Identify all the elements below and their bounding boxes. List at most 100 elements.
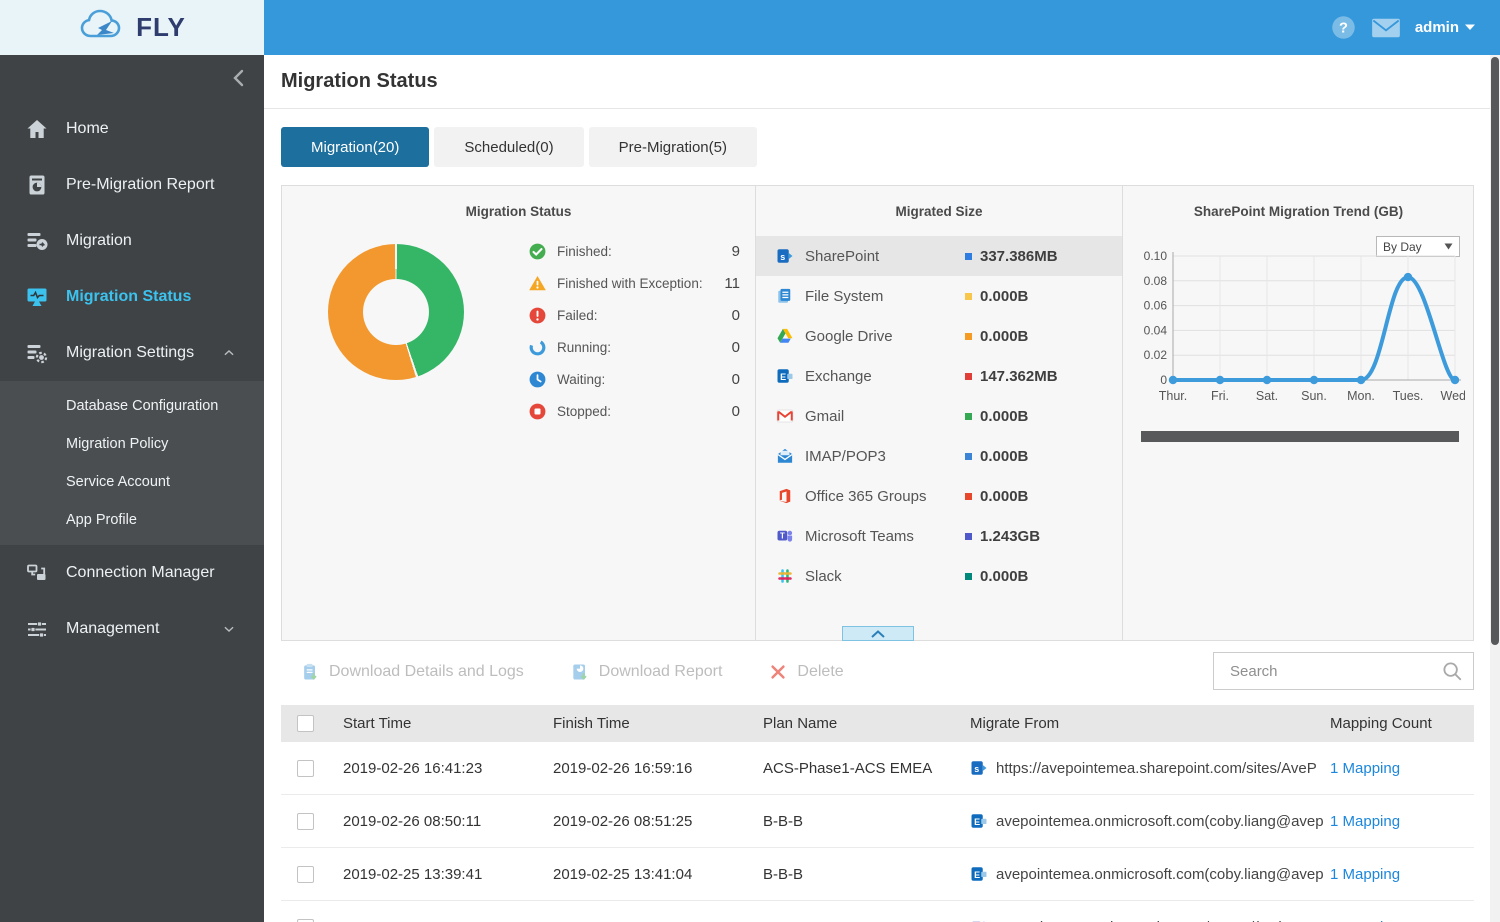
tab-scheduled-0-[interactable]: Scheduled(0) (434, 127, 584, 167)
table-row[interactable]: 2019-02-25 13:30:412019-02-25 13:32:09A-… (281, 901, 1474, 922)
sidebar-item-label: Pre-Migration Report (66, 176, 215, 193)
table-row[interactable]: 2019-02-26 16:41:23 2019-02-26 16:59:16 AC… (281, 742, 1474, 795)
sidebar-item-label: Migration (66, 232, 132, 249)
mail-icon[interactable] (1371, 16, 1401, 40)
svg-text:Sun.: Sun. (1301, 389, 1327, 403)
donut-hole (363, 279, 429, 345)
table-row[interactable]: 2019-02-25 13:39:41 2019-02-25 13:41:04 B-… (281, 848, 1474, 901)
row-checkbox[interactable] (297, 812, 314, 830)
svg-text:Tues.: Tues. (1393, 389, 1424, 403)
column-header-mapping-count: Mapping Count (1330, 715, 1432, 732)
migrated-size-value: 1.243GB (980, 527, 1041, 545)
size-bullet (965, 292, 972, 300)
migrated-size-value: 0.000B (980, 327, 1029, 345)
migration-status-donut-chart (328, 244, 464, 380)
cell-finish-time: 2019-02-26 16:59:16 (553, 759, 693, 777)
search-icon (1441, 660, 1463, 682)
legend-value: 9 (731, 243, 740, 260)
legend-value: 11 (724, 275, 740, 292)
legend-item-clock: 0 Waiting: (528, 369, 740, 390)
horizontal-scrollbar[interactable] (1141, 431, 1459, 442)
cell-start-time: 2019-02-26 16:41:23 (343, 759, 483, 777)
tab-pre-migration-5-[interactable]: Pre-Migration(5) (588, 127, 757, 167)
migrated-size-value: 147.362MB (980, 367, 1058, 385)
panel-collapse-button[interactable] (841, 626, 914, 641)
download-logs-icon (300, 662, 320, 682)
sidebar-item-connection-manager[interactable]: Connection Manager (0, 545, 264, 601)
migrated-size-row-slack[interactable]: Slack 0.000B (756, 556, 1122, 596)
sidebar-item-pre-migration-report[interactable]: Pre-Migration Report (0, 157, 264, 213)
sidebar: Home Pre-Migration Report Migration Migrati… (0, 55, 264, 922)
svg-text:0.04: 0.04 (1144, 323, 1168, 337)
sidebar-subitem-database-configuration[interactable]: Database Configuration (0, 387, 264, 425)
exchange-icon: E (970, 812, 988, 830)
migrated-size-row-teams[interactable]: T Microsoft Teams 1.243GB (756, 516, 1122, 556)
source-url: https://avepointemea.sharepoint.com/site… (996, 759, 1317, 777)
report-icon (22, 173, 52, 197)
sidebar-item-home[interactable]: Home (0, 101, 264, 157)
mapping-count-link[interactable]: 1 Mapping (1330, 866, 1474, 883)
caret-down-icon (1465, 24, 1475, 30)
mapping-count-link[interactable]: 1 Mapping (1330, 919, 1474, 922)
download-logs-button[interactable]: Download Details and Logs (300, 662, 524, 682)
row-checkbox[interactable] (297, 918, 314, 922)
table-row[interactable]: 2019-02-26 08:50:11 2019-02-26 08:51:25 B-… (281, 795, 1474, 848)
help-icon[interactable]: ? (1330, 14, 1357, 41)
clock-icon (528, 370, 547, 389)
sidebar-subitem-app-profile[interactable]: App Profile (0, 501, 264, 539)
sidebar-item-migration-status[interactable]: Migration Status (0, 269, 264, 325)
migrated-size-value: 0.000B (980, 567, 1029, 585)
sidebar-item-management[interactable]: Management (0, 601, 264, 657)
sidebar-subitem-migration-policy[interactable]: Migration Policy (0, 425, 264, 463)
svg-text:Thur.: Thur. (1159, 389, 1188, 403)
connection-icon (22, 561, 52, 585)
sidebar-item-migration-settings[interactable]: Migration Settings (0, 325, 264, 381)
mapping-count-link[interactable]: 1 Mapping (1330, 813, 1474, 830)
migrated-size-row-o365[interactable]: Office 365 Groups 0.000B (756, 476, 1122, 516)
tab-migration-20-[interactable]: Migration(20) (281, 127, 430, 167)
brand-name: FLY (136, 12, 186, 42)
sidebar-item-migration[interactable]: Migration (0, 213, 264, 269)
migrated-size-value: 0.000B (980, 447, 1029, 465)
row-checkbox[interactable] (297, 759, 314, 777)
search-input[interactable] (1214, 662, 1441, 680)
legend-label: Running: (557, 340, 612, 355)
vertical-scrollbar-thumb[interactable] (1491, 57, 1499, 645)
delete-button[interactable]: Delete (768, 662, 844, 682)
cell-start-time: 2019-02-25 13:30:41 (343, 919, 553, 922)
slack-icon (776, 567, 794, 585)
svg-text:E: E (974, 870, 980, 880)
imap-icon (776, 447, 794, 465)
select-all-checkbox[interactable] (297, 715, 314, 732)
teams-icon: T (776, 527, 794, 545)
cell-start-time: 2019-02-25 13:39:41 (343, 865, 483, 883)
brand-logo: FLY (0, 0, 264, 55)
sharepoint-icon: s (970, 759, 988, 777)
migrated-size-row-filesystem[interactable]: File System 0.000B (756, 276, 1122, 316)
legend-item-warning: 11 Finished with Exception: (528, 273, 740, 294)
delete-icon (768, 662, 788, 682)
sidebar-subitem-service-account[interactable]: Service Account (0, 463, 264, 501)
migrated-size-row-sharepoint[interactable]: s SharePoint 337.386MB (756, 236, 1122, 276)
vertical-scrollbar[interactable] (1490, 55, 1500, 922)
row-checkbox[interactable] (297, 865, 314, 883)
size-bullet (965, 372, 972, 380)
toolbar-button-label: Download Report (598, 663, 723, 680)
user-menu[interactable]: admin (1415, 19, 1476, 36)
migrated-size-row-exchange[interactable]: E Exchange 147.362MB (756, 356, 1122, 396)
migrated-size-row-imap[interactable]: IMAP/POP3 0.000B (756, 436, 1122, 476)
migrated-size-row-gmail[interactable]: Gmail 0.000B (756, 396, 1122, 436)
sidebar-item-label: Management (66, 620, 160, 637)
platform-name: Office 365 Groups (805, 487, 927, 505)
mapping-count-link[interactable]: 1 Mapping (1330, 760, 1474, 777)
sidebar-bottom-nav: Connection Manager Management (0, 545, 264, 657)
download-report-button[interactable]: Download Report (570, 662, 723, 682)
legend-value: 0 (731, 307, 740, 324)
platform-name: SharePoint (805, 247, 880, 265)
sidebar-collapse-button[interactable] (0, 55, 264, 101)
migrated-size-row-gdrive[interactable]: Google Drive 0.000B (756, 316, 1122, 356)
home-icon (22, 117, 52, 141)
migrated-size-value: 0.000B (980, 287, 1029, 305)
svg-text:0.08: 0.08 (1144, 274, 1168, 288)
migrated-size-value: 337.386MB (980, 247, 1058, 265)
